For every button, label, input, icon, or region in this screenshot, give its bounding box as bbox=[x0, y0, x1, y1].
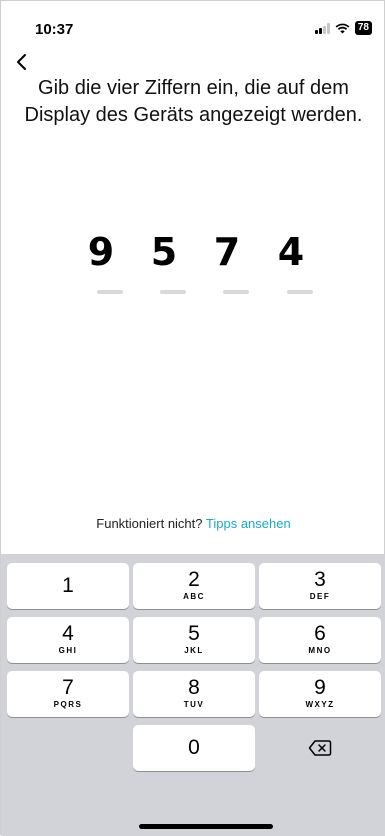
code-slot-4 bbox=[287, 290, 313, 294]
status-bar: 10:37 78 bbox=[1, 1, 385, 49]
home-indicator bbox=[139, 824, 273, 829]
key-6-letters: MNO bbox=[308, 646, 332, 655]
key-4[interactable]: 4 GHI bbox=[7, 617, 129, 663]
chevron-left-icon bbox=[17, 54, 26, 70]
key-6-number: 6 bbox=[314, 622, 326, 645]
help-line: Funktioniert nicht? Tipps ansehen bbox=[1, 516, 385, 531]
app-screen: 10:37 78 Gib die vier Ziffern ein, die a… bbox=[0, 0, 385, 836]
code-slot-2 bbox=[160, 290, 186, 294]
key-3[interactable]: 3 DEF bbox=[259, 563, 381, 609]
tips-link[interactable]: Tipps ansehen bbox=[206, 516, 291, 531]
key-7-letters: PQRS bbox=[53, 700, 83, 709]
status-time: 10:37 bbox=[35, 21, 74, 38]
key-9[interactable]: 9 WXYZ bbox=[259, 671, 381, 717]
key-2[interactable]: 2 ABC bbox=[133, 563, 255, 609]
code-digit-1: 9 bbox=[87, 230, 115, 274]
key-3-letters: DEF bbox=[309, 592, 331, 601]
key-4-letters: GHI bbox=[58, 646, 78, 655]
status-icons: 78 bbox=[315, 21, 372, 35]
key-blank bbox=[7, 725, 129, 771]
key-2-letters: ABC bbox=[183, 592, 205, 601]
key-9-letters: WXYZ bbox=[305, 700, 335, 709]
numeric-keypad: 1 2 ABC 3 DEF 4 GHI 5 JKL 6 MNO 7 PQRS 8… bbox=[1, 554, 385, 836]
code-slot-3 bbox=[223, 290, 249, 294]
key-0[interactable]: 0 bbox=[133, 725, 255, 771]
signal-icon bbox=[315, 22, 330, 34]
code-slot-1 bbox=[97, 290, 123, 294]
key-7-number: 7 bbox=[62, 676, 74, 699]
key-8-letters: TUV bbox=[183, 700, 205, 709]
help-text: Funktioniert nicht? bbox=[96, 516, 203, 531]
key-1[interactable]: 1 bbox=[7, 563, 129, 609]
key-6[interactable]: 6 MNO bbox=[259, 617, 381, 663]
battery-icon: 78 bbox=[354, 21, 372, 35]
key-8[interactable]: 8 TUV bbox=[133, 671, 255, 717]
back-button[interactable] bbox=[11, 51, 35, 75]
delete-key[interactable] bbox=[259, 725, 381, 771]
key-9-number: 9 bbox=[314, 676, 326, 699]
key-7[interactable]: 7 PQRS bbox=[7, 671, 129, 717]
backspace-icon bbox=[308, 740, 332, 756]
code-display: 9 5 7 4 bbox=[83, 230, 323, 300]
key-5[interactable]: 5 JKL bbox=[133, 617, 255, 663]
key-3-number: 3 bbox=[314, 568, 326, 591]
key-1-number: 1 bbox=[62, 574, 74, 597]
key-5-number: 5 bbox=[188, 622, 200, 645]
code-digit-3: 7 bbox=[213, 230, 241, 274]
instruction-text: Gib die vier Ziffern ein, die auf dem Di… bbox=[24, 77, 363, 126]
code-digit-2: 5 bbox=[150, 230, 178, 274]
wifi-icon bbox=[335, 23, 350, 34]
code-digit-4: 4 bbox=[277, 230, 305, 274]
key-2-number: 2 bbox=[188, 568, 200, 591]
key-5-letters: JKL bbox=[184, 646, 204, 655]
key-4-number: 4 bbox=[62, 622, 74, 645]
key-8-number: 8 bbox=[188, 676, 200, 699]
key-0-number: 0 bbox=[188, 736, 200, 759]
